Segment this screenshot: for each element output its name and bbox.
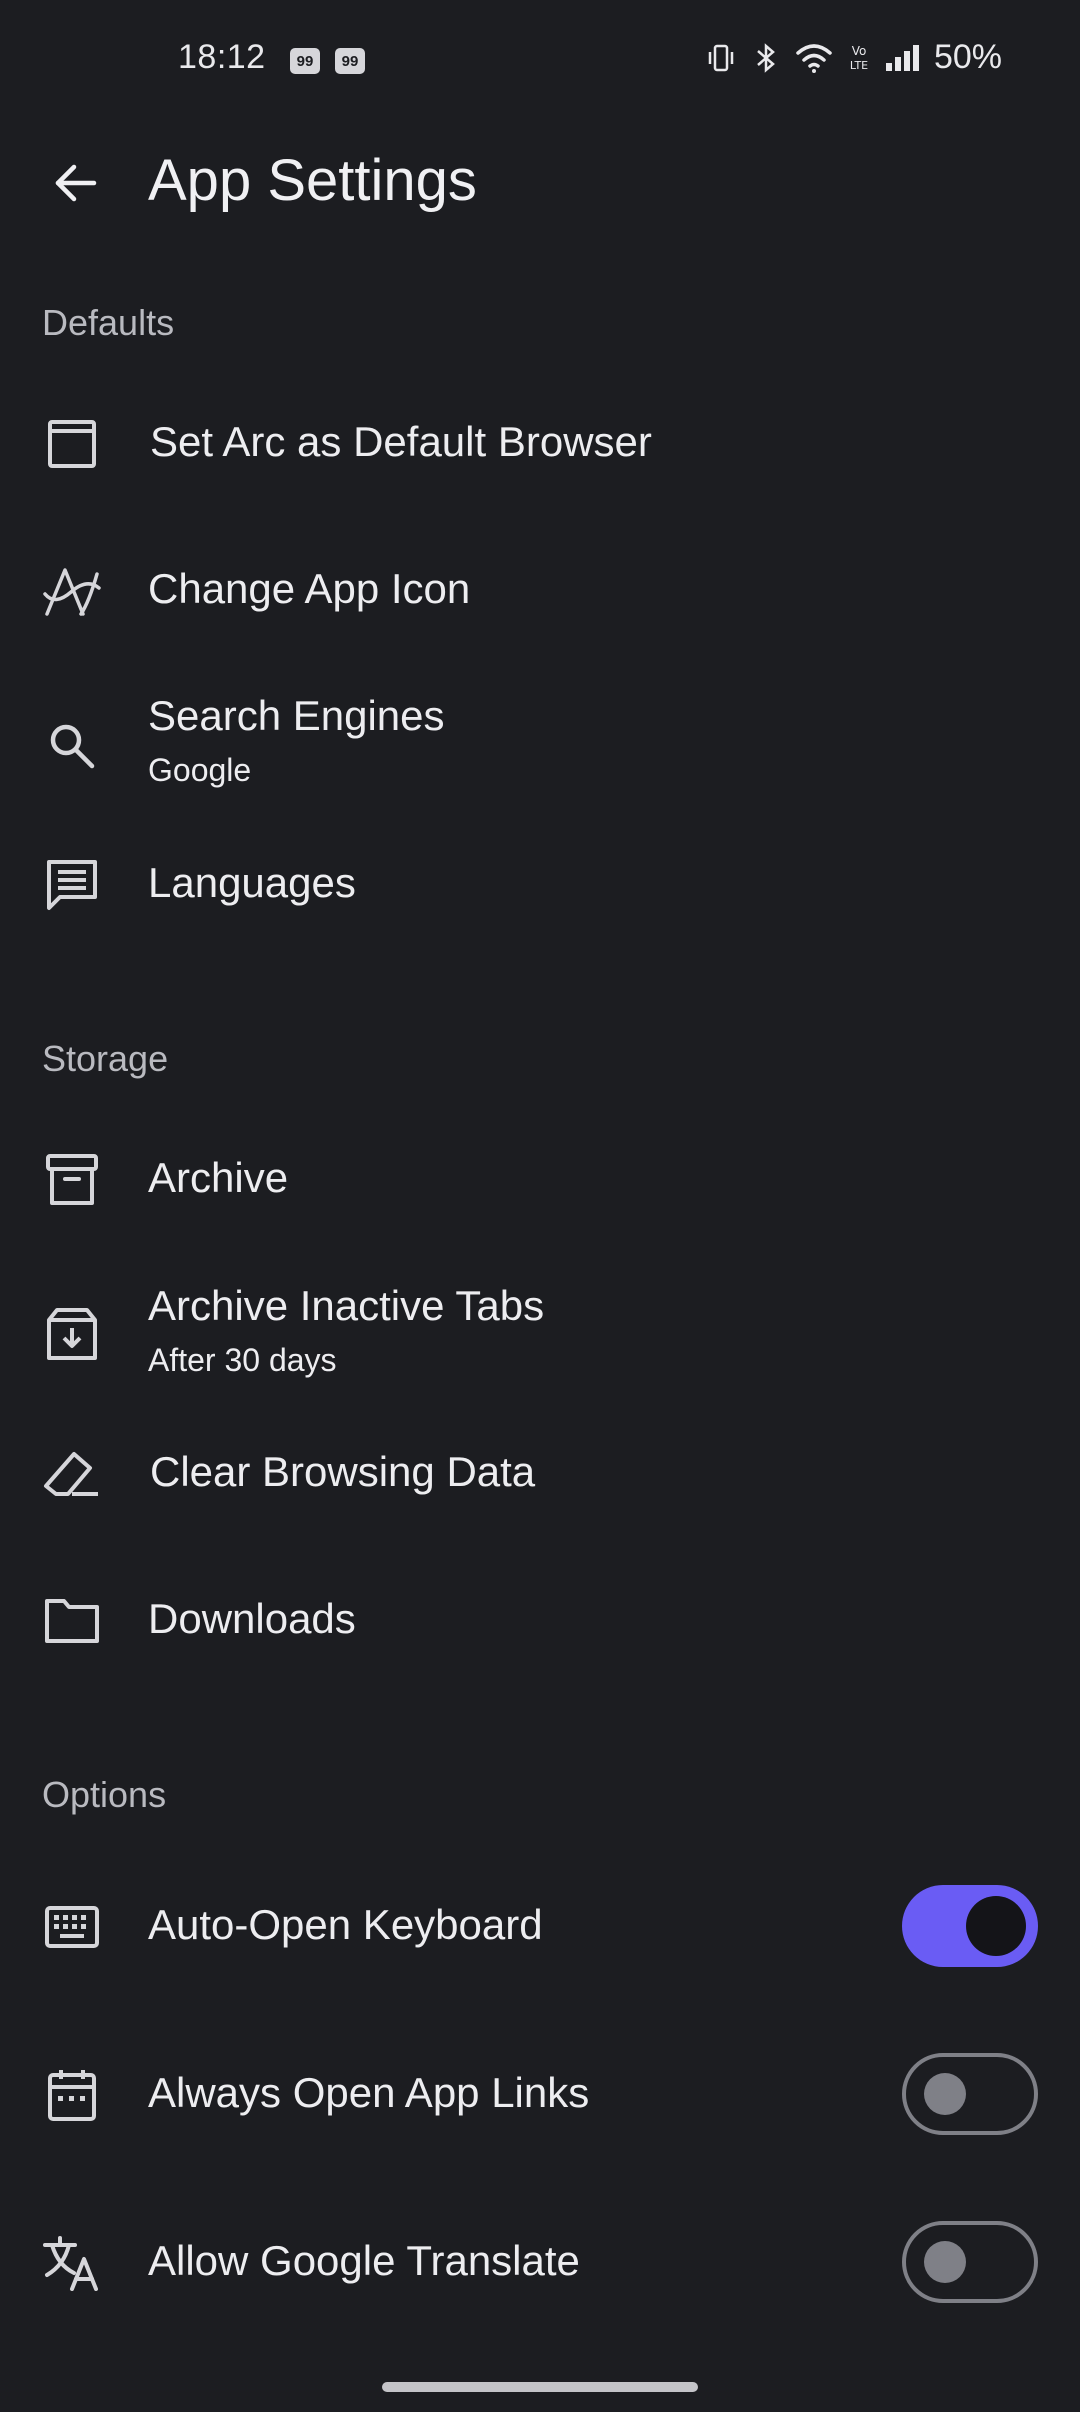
search-icon: [40, 714, 104, 778]
setting-label: Set Arc as Default Browser: [150, 418, 652, 465]
battery-level: 50%: [933, 38, 1002, 76]
keyboard-icon: [40, 1895, 104, 1959]
archive-row[interactable]: Archive: [0, 1126, 1080, 1236]
setting-label: Clear Browsing Data: [150, 1448, 536, 1495]
always-open-app-links-toggle[interactable]: [902, 2053, 1038, 2135]
archive-inactive-tabs-row[interactable]: Archive Inactive Tabs After 30 days: [0, 1270, 1080, 1400]
allow-google-translate-toggle[interactable]: [902, 2221, 1038, 2303]
toggle-knob: [966, 1896, 1026, 1956]
folder-icon: [40, 1589, 104, 1653]
vibrate-icon: [704, 41, 738, 75]
toggle-knob: [924, 2241, 966, 2283]
setting-label: Always Open App Links: [148, 2069, 590, 2116]
setting-label: Languages: [148, 859, 356, 906]
setting-label: Archive: [148, 1154, 289, 1201]
status-time: 18:12: [178, 38, 266, 76]
back-arrow-icon: [50, 158, 100, 213]
setting-label: Search Engines: [148, 692, 445, 739]
wifi-icon: [794, 41, 834, 75]
allow-google-translate-row[interactable]: Allow Google Translate: [0, 2209, 1080, 2319]
status-icons: Vo LTE 50%: [704, 38, 1002, 77]
clear-browsing-data-row[interactable]: Clear Browsing Data: [0, 1420, 1080, 1530]
archive-box-icon: [40, 1148, 104, 1212]
translate-icon: [40, 2231, 104, 2295]
section-header-storage: Storage: [42, 1038, 169, 1079]
eraser-icon: [40, 1442, 104, 1506]
notification-badge: 99: [335, 48, 365, 74]
notification-badge: 99: [290, 48, 320, 74]
search-engines-row[interactable]: Search Engines Google: [0, 680, 1080, 810]
setting-label: Allow Google Translate: [148, 2237, 580, 2284]
setting-sublabel: Google: [148, 752, 252, 788]
languages-row[interactable]: Languages: [0, 831, 1080, 941]
auto-open-keyboard-row[interactable]: Auto-Open Keyboard: [0, 1873, 1080, 1983]
arc-logo-icon: [40, 559, 104, 623]
back-button[interactable]: [40, 150, 110, 220]
setting-label: Archive Inactive Tabs: [148, 1282, 545, 1329]
set-default-browser-row[interactable]: Set Arc as Default Browser: [0, 390, 1080, 500]
change-app-icon-row[interactable]: Change App Icon: [0, 537, 1080, 647]
downloads-row[interactable]: Downloads: [0, 1567, 1080, 1677]
setting-sublabel: After 30 days: [148, 1342, 337, 1378]
setting-label: Change App Icon: [148, 565, 471, 612]
volte-icon: Vo LTE: [848, 41, 870, 75]
browser-window-icon: [40, 412, 104, 476]
always-open-app-links-row[interactable]: Always Open App Links: [0, 2041, 1080, 2151]
archive-download-icon: [40, 1302, 104, 1366]
section-header-defaults: Defaults: [42, 302, 175, 343]
setting-label: Downloads: [148, 1595, 356, 1642]
home-indicator[interactable]: [382, 2382, 698, 2392]
page-title: App Settings: [148, 148, 477, 213]
svg-text:LTE: LTE: [850, 59, 868, 72]
auto-open-keyboard-toggle[interactable]: [902, 1885, 1038, 1967]
signal-icon: [884, 41, 920, 75]
toggle-knob: [924, 2073, 966, 2115]
message-icon: [40, 853, 104, 917]
calendar-icon: [40, 2063, 104, 2127]
svg-text:Vo: Vo: [852, 44, 867, 58]
setting-label: Auto-Open Keyboard: [148, 1901, 543, 1948]
section-header-options: Options: [42, 1774, 167, 1815]
bluetooth-icon: [752, 41, 780, 75]
